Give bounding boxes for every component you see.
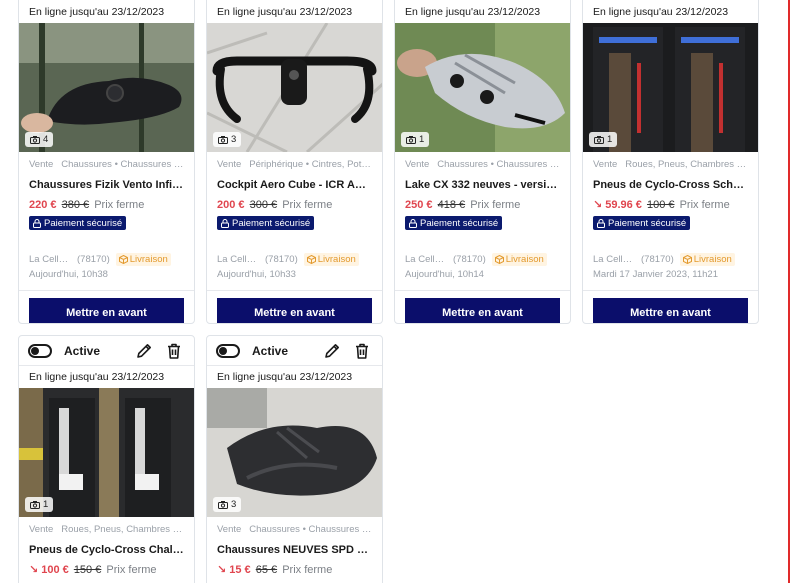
promote-button[interactable]: Mettre en avant bbox=[405, 297, 560, 323]
delivery-badge: Livraison bbox=[303, 253, 359, 266]
lock-icon bbox=[221, 218, 229, 228]
listing-card: En ligne jusqu'au 23/12/2023 1 Vente Cha… bbox=[394, 0, 571, 324]
listing-card: Active En ligne jusqu'au 23/12/2023 3 Ve… bbox=[206, 335, 383, 583]
camera-icon bbox=[30, 500, 40, 509]
posted-date: Aujourd'hui, 10h14 bbox=[405, 268, 484, 280]
listing-controls: Active bbox=[19, 336, 194, 366]
posted-date: Mardi 17 Janvier 2023, 11h21 bbox=[593, 268, 718, 280]
photo-count: 3 bbox=[213, 132, 242, 147]
listing-photo[interactable]: 1 bbox=[583, 23, 758, 152]
active-label: Active bbox=[252, 343, 289, 358]
trash-icon[interactable] bbox=[351, 340, 373, 362]
camera-icon bbox=[218, 500, 228, 509]
photo-count: 4 bbox=[25, 132, 54, 147]
price-line: ↘ 59.96 € 100 € Prix ferme bbox=[593, 199, 730, 211]
location-line: La Celle Saint-Cloud(78170) Livraison bbox=[405, 253, 560, 267]
pencil-icon[interactable] bbox=[133, 340, 155, 362]
price-line: 250 € 418 € Prix ferme bbox=[405, 199, 521, 211]
camera-icon bbox=[30, 135, 40, 144]
secure-payment-badge: Paiement sécurisé bbox=[593, 216, 691, 230]
listing-title[interactable]: Pneus de Cyclo-Cross Challenge Grifo bbox=[29, 543, 184, 558]
online-until: En ligne jusqu'au 23/12/2023 bbox=[405, 6, 541, 18]
category-line: Vente Périphérique • Cintres, Potences bbox=[217, 159, 372, 170]
pencil-icon[interactable] bbox=[321, 340, 343, 362]
online-until: En ligne jusqu'au 23/12/2023 bbox=[593, 6, 729, 18]
listing-photo[interactable]: 1 bbox=[395, 23, 570, 152]
online-until: En ligne jusqu'au 23/12/2023 bbox=[217, 6, 353, 18]
delivery-badge: Livraison bbox=[679, 253, 735, 266]
photo-count: 3 bbox=[213, 497, 242, 512]
window-edge bbox=[788, 0, 790, 583]
secure-payment-badge: Paiement sécurisé bbox=[405, 216, 503, 230]
photo-count: 1 bbox=[401, 132, 430, 147]
price-line: 200 € 300 € Prix ferme bbox=[217, 199, 333, 211]
active-label: Active bbox=[64, 343, 101, 358]
listing-photo[interactable]: 1 bbox=[19, 388, 194, 517]
price-line: ↘ 15 € 65 € Prix ferme bbox=[217, 564, 333, 576]
lock-icon bbox=[33, 218, 41, 228]
delivery-badge: Livraison bbox=[491, 253, 547, 266]
listing-photo[interactable]: 4 bbox=[19, 23, 194, 152]
listing-title[interactable]: Chaussures NEUVES SPD en taille 44 bbox=[217, 543, 372, 558]
category-line: Vente Chaussures • Chaussures de route bbox=[29, 159, 184, 170]
category-line: Vente Roues, Pneus, Chambres • Pneus bbox=[29, 524, 184, 535]
trend-down-icon: ↘ bbox=[217, 564, 227, 576]
trend-down-icon: ↘ bbox=[593, 199, 603, 211]
divider bbox=[583, 289, 758, 291]
category-line: Vente Chaussures • Chaussures VTT bbox=[217, 524, 372, 535]
promote-button[interactable]: Mettre en avant bbox=[29, 297, 184, 323]
photo-count: 1 bbox=[25, 497, 54, 512]
active-toggle[interactable] bbox=[216, 343, 240, 358]
trash-icon[interactable] bbox=[163, 340, 185, 362]
camera-icon bbox=[218, 135, 228, 144]
divider bbox=[395, 289, 570, 291]
camera-icon bbox=[406, 135, 416, 144]
listing-title[interactable]: Lake CX 332 neuves - version large bbox=[405, 178, 560, 193]
package-icon bbox=[306, 255, 316, 264]
online-until: En ligne jusqu'au 23/12/2023 bbox=[29, 371, 165, 383]
divider bbox=[19, 289, 194, 291]
price-line: ↘ 100 € 150 € Prix ferme bbox=[29, 564, 157, 576]
secure-payment-badge: Paiement sécurisé bbox=[29, 216, 127, 230]
listing-photo[interactable]: 3 bbox=[207, 23, 382, 152]
camera-icon bbox=[594, 135, 604, 144]
divider bbox=[207, 289, 382, 291]
listing-title[interactable]: Cockpit Aero Cube - ICR Aero Bar bbox=[217, 178, 372, 193]
listing-card: En ligne jusqu'au 23/12/2023 3 Vente Pér… bbox=[206, 0, 383, 324]
price-line: 220 € 380 € Prix ferme bbox=[29, 199, 145, 211]
category-line: Vente Chaussures • Chaussures de route bbox=[405, 159, 560, 170]
listing-title[interactable]: Chaussures Fizik Vento Infinito Carbon 2 bbox=[29, 178, 184, 193]
listing-title[interactable]: Pneus de Cyclo-Cross Schwalbe X-One bbox=[593, 178, 748, 193]
trend-down-icon: ↘ bbox=[29, 564, 39, 576]
secure-payment-badge: Paiement sécurisé bbox=[217, 216, 315, 230]
posted-date: Aujourd'hui, 10h33 bbox=[217, 268, 296, 280]
category-line: Vente Roues, Pneus, Chambres • Pneus bbox=[593, 159, 748, 170]
listing-card: En ligne jusqu'au 23/12/2023 1 Vente Rou… bbox=[582, 0, 759, 324]
listing-card: En ligne jusqu'au 23/12/2023 4 Vente Cha… bbox=[18, 0, 195, 324]
lock-icon bbox=[597, 218, 605, 228]
location-line: La Celle Saint-Cloud(78170) Livraison bbox=[593, 253, 748, 267]
online-until: En ligne jusqu'au 23/12/2023 bbox=[217, 371, 353, 383]
promote-button[interactable]: Mettre en avant bbox=[217, 297, 372, 323]
online-until: En ligne jusqu'au 23/12/2023 bbox=[29, 6, 165, 18]
listing-photo[interactable]: 3 bbox=[207, 388, 382, 517]
package-icon bbox=[118, 255, 128, 264]
promote-button[interactable]: Mettre en avant bbox=[593, 297, 748, 323]
active-toggle[interactable] bbox=[28, 343, 52, 358]
listing-controls: Active bbox=[207, 336, 382, 366]
delivery-badge: Livraison bbox=[115, 253, 171, 266]
posted-date: Aujourd'hui, 10h38 bbox=[29, 268, 108, 280]
package-icon bbox=[494, 255, 504, 264]
location-line: La Celle Saint-Cloud(78170) Livraison bbox=[217, 253, 372, 267]
lock-icon bbox=[409, 218, 417, 228]
photo-count: 1 bbox=[589, 132, 618, 147]
package-icon bbox=[682, 255, 692, 264]
location-line: La Celle Saint-Cloud(78170) Livraison bbox=[29, 253, 184, 267]
listing-card: Active En ligne jusqu'au 23/12/2023 1 Ve bbox=[18, 335, 195, 583]
